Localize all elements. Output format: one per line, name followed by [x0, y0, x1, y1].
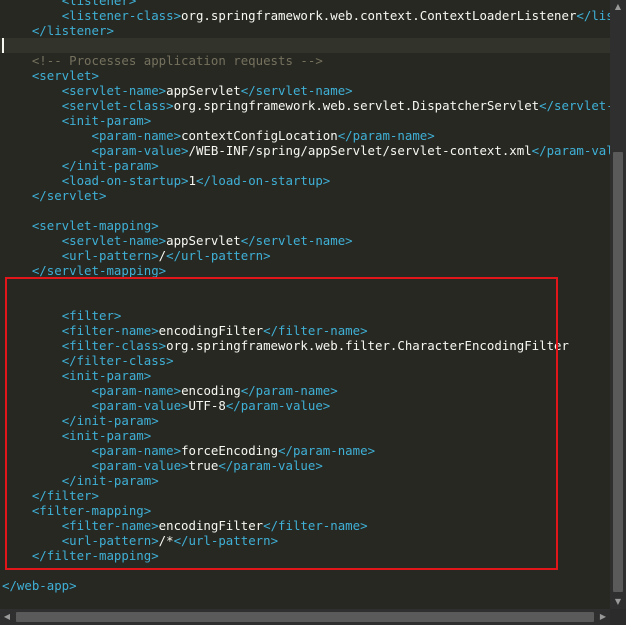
- xml-comment: <!-- Processes application requests -->: [31, 53, 323, 68]
- scroll-up-arrow-icon[interactable]: ▲: [610, 0, 626, 14]
- xml-tag: <servlet-name>: [61, 83, 167, 98]
- code-line[interactable]: <servlet>: [2, 68, 99, 83]
- xml-tag: <param-name>: [91, 128, 182, 143]
- code-line[interactable]: <listener-class>org.springframework.web.…: [2, 8, 610, 23]
- code-line[interactable]: <servlet-name>appServlet</servlet-name>: [2, 83, 353, 98]
- xml-tag: </init-param>: [61, 158, 159, 173]
- code-line[interactable]: <param-name>contextConfigLocation</param…: [2, 128, 435, 143]
- horizontal-scroll-thumb[interactable]: [16, 612, 594, 622]
- xml-tag: <init-param>: [61, 113, 152, 128]
- code-line[interactable]: <servlet-name>appServlet</servlet-name>: [2, 233, 353, 248]
- code-line[interactable]: <listener>: [2, 0, 137, 8]
- code-line[interactable]: <!-- Processes application requests -->: [2, 53, 323, 68]
- code-line[interactable]: <servlet-class>org.springframework.web.s…: [2, 98, 610, 113]
- text-caret: [2, 38, 4, 53]
- code-line[interactable]: </init-param>: [2, 158, 159, 173]
- xml-tag: <servlet-class>: [61, 98, 174, 113]
- scroll-left-arrow-icon[interactable]: ◀: [0, 609, 14, 625]
- xml-tag: <listener>: [61, 0, 137, 8]
- xml-tag: </servlet-name>: [240, 83, 353, 98]
- code-line[interactable]: <init-param>: [2, 113, 152, 128]
- code-line[interactable]: [0, 38, 610, 53]
- xml-tag: </servlet>: [31, 188, 107, 203]
- code-line[interactable]: </servlet-mapping>: [2, 263, 166, 278]
- code-line[interactable]: </web-app>: [2, 578, 77, 593]
- code-text: org.springframework.web.servlet.Dispatch…: [173, 98, 540, 113]
- xml-tag: <servlet>: [31, 68, 99, 83]
- xml-tag: </listener-class>: [576, 8, 610, 23]
- code-text: appServlet: [166, 83, 241, 98]
- xml-tag: </web-app>: [2, 578, 77, 593]
- scroll-down-arrow-icon[interactable]: ▼: [610, 595, 626, 609]
- code-text: 1: [188, 173, 196, 188]
- xml-tag: </servlet-class>: [539, 98, 610, 113]
- highlight-annotation-box: [5, 277, 558, 570]
- xml-tag: </listener>: [31, 23, 114, 38]
- code-editor[interactable]: <listener> <listener-class>org.springfra…: [0, 0, 610, 609]
- code-text: org.springframework.web.context.ContextL…: [181, 8, 577, 23]
- code-line[interactable]: </servlet>: [2, 188, 107, 203]
- vertical-scroll-thumb[interactable]: [613, 152, 623, 592]
- xml-tag: </url-pattern>: [166, 248, 271, 263]
- code-text: /WEB-INF/spring/appServlet/servlet-conte…: [188, 143, 532, 158]
- code-line[interactable]: </listener>: [2, 23, 114, 38]
- horizontal-scrollbar[interactable]: ◀ ▶: [0, 609, 610, 625]
- code-line[interactable]: <servlet-mapping>: [2, 218, 159, 233]
- xml-tag: <servlet-mapping>: [31, 218, 159, 233]
- code-text: appServlet: [166, 233, 241, 248]
- xml-tag: </param-value>: [531, 143, 610, 158]
- scrollbar-corner: [610, 609, 626, 625]
- code-line[interactable]: <load-on-startup>1</load-on-startup>: [2, 173, 331, 188]
- vertical-scrollbar[interactable]: ▲ ▼: [610, 0, 626, 609]
- code-text: contextConfigLocation: [181, 128, 338, 143]
- xml-tag: <servlet-name>: [61, 233, 167, 248]
- scroll-right-arrow-icon[interactable]: ▶: [596, 609, 610, 625]
- xml-tag: <param-value>: [91, 143, 189, 158]
- xml-tag: </servlet-name>: [240, 233, 353, 248]
- xml-tag: <listener-class>: [61, 8, 182, 23]
- code-line[interactable]: <param-value>/WEB-INF/spring/appServlet/…: [2, 143, 610, 158]
- xml-tag: </servlet-mapping>: [31, 263, 167, 278]
- xml-tag: </param-name>: [337, 128, 435, 143]
- xml-tag: <url-pattern>: [61, 248, 159, 263]
- code-line[interactable]: <url-pattern>/</url-pattern>: [2, 248, 271, 263]
- xml-tag: <load-on-startup>: [61, 173, 189, 188]
- xml-tag: </load-on-startup>: [195, 173, 331, 188]
